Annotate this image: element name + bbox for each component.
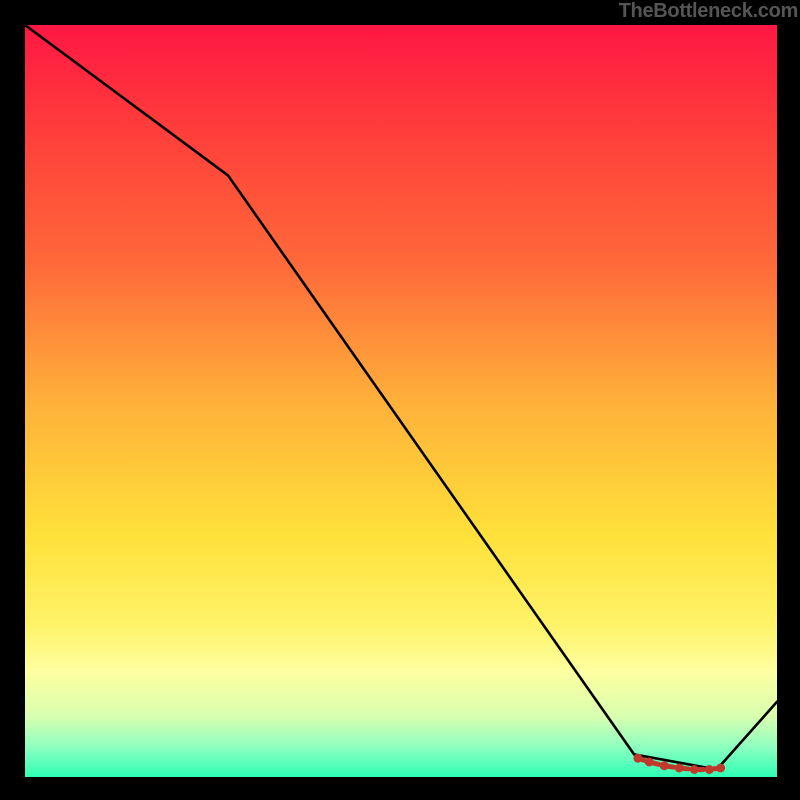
marker-dot — [705, 765, 714, 774]
marker-dot — [633, 754, 642, 763]
marker-dot — [645, 758, 654, 767]
marker-dot — [660, 761, 669, 770]
chart-container: TheBottleneck.com — [0, 0, 800, 800]
series-curve — [25, 25, 777, 770]
marker-dot — [690, 765, 699, 774]
watermark-text: TheBottleneck.com — [619, 0, 798, 23]
chart-svg — [25, 25, 777, 777]
marker-dot — [675, 764, 684, 773]
marker-dot — [716, 764, 725, 773]
plot-area — [25, 25, 777, 777]
